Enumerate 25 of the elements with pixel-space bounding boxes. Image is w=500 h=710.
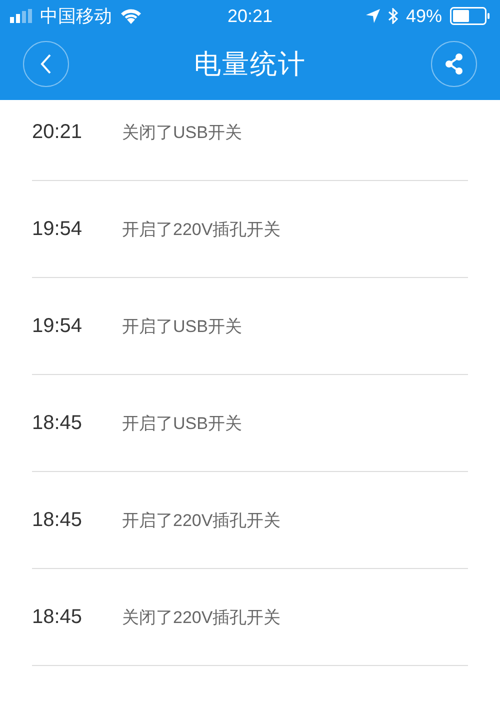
- location-arrow-icon: [366, 9, 380, 23]
- bluetooth-icon: [388, 8, 398, 24]
- signal-icon: [10, 9, 32, 23]
- wifi-icon: [120, 8, 142, 24]
- record-action: 开启了USB开关: [122, 316, 242, 338]
- record-time: 18:45: [32, 412, 84, 434]
- battery-percent: 49%: [406, 6, 442, 26]
- record-time: 18:45: [32, 606, 84, 628]
- chevron-left-icon: [39, 53, 53, 75]
- record-action: 开启了USB开关: [122, 412, 242, 434]
- record-time: 19:54: [32, 218, 84, 240]
- record-time: 19:54: [32, 314, 84, 338]
- page-title: 电量统计: [194, 48, 306, 81]
- share-icon: [444, 53, 464, 75]
- share-button[interactable]: [431, 41, 477, 87]
- record-action: 关闭了USB开关: [122, 122, 242, 144]
- record-time: 18:45: [32, 508, 84, 532]
- clock-time: 20:21: [227, 6, 273, 26]
- carrier-name: 中国移动: [40, 5, 112, 28]
- record-time: 20:21: [32, 121, 84, 144]
- battery-icon: [450, 7, 490, 25]
- back-button[interactable]: [23, 41, 69, 87]
- record-action: 关闭了220V插孔开关: [122, 606, 281, 628]
- record-action: 开启了220V插孔开关: [122, 510, 281, 532]
- record-action: 开启了220V插孔开关: [122, 218, 281, 240]
